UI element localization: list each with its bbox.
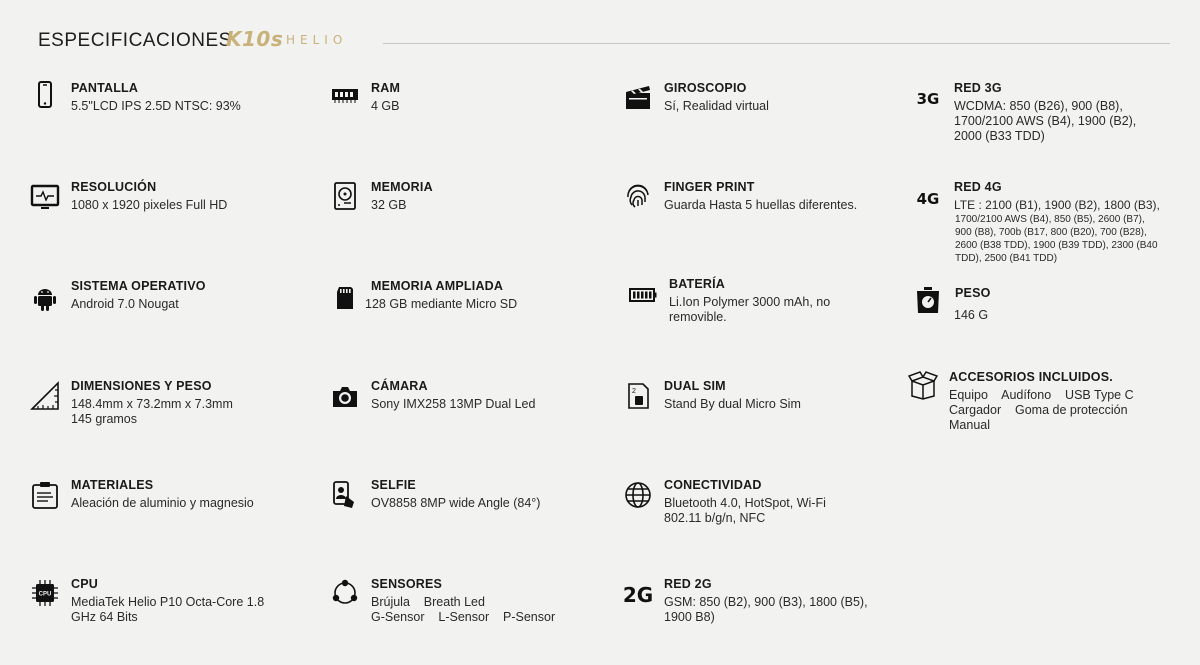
spec-label: RED 4G <box>954 180 1002 194</box>
spec-value: 1900 B8) <box>664 610 715 624</box>
spec-value: removible. <box>669 310 727 324</box>
spec-label: SELFIE <box>371 478 416 492</box>
spec-label: CÁMARA <box>371 379 428 393</box>
cpu-icon-text: CPU <box>39 592 52 598</box>
spec-value: Sí, Realidad virtual <box>664 99 769 113</box>
header-divider <box>383 43 1170 44</box>
spec-label: GIROSCOPIO <box>664 81 747 95</box>
spec-label: PANTALLA <box>71 81 139 95</box>
spec-value: 5.5"LCD IPS 2.5D NTSC: 93% <box>71 99 241 113</box>
sensors-icon <box>330 578 360 608</box>
spec-value: 148.4mm x 73.2mm x 7.3mm <box>71 397 233 411</box>
2g-icon: 2G <box>622 583 654 607</box>
box-icon <box>908 370 938 400</box>
spec-value: Sony IMX258 13MP Dual Led <box>371 397 536 411</box>
spec-label: RESOLUCIÓN <box>71 180 157 194</box>
hard-drive-icon <box>330 181 360 211</box>
page-header: ESPECIFICACIONES K10s HELIO <box>38 27 1170 54</box>
brand-logo: K10s <box>226 27 284 51</box>
spec-value: Stand By dual Micro Sim <box>664 397 801 411</box>
globe-icon <box>623 480 653 510</box>
spec-label: MEMORIA <box>371 180 433 194</box>
spec-value: Cargador Goma de protección <box>949 403 1128 417</box>
spec-value: GSM: 850 (B2), 900 (B3), 1800 (B5), <box>664 595 868 609</box>
monitor-icon <box>30 182 60 212</box>
spec-value: Equipo Audífono USB Type C <box>949 388 1134 402</box>
spec-label: DIMENSIONES Y PESO <box>71 379 212 393</box>
spec-label: SENSORES <box>371 577 443 591</box>
selfie-icon <box>330 480 360 510</box>
3g-icon: 3G <box>913 84 943 114</box>
spec-value: Guarda Hasta 5 huellas diferentes. <box>664 198 858 212</box>
spec-value: WCDMA: 850 (B26), 900 (B8), <box>954 99 1123 113</box>
spec-value: Manual <box>949 418 990 432</box>
clapperboard-icon <box>623 82 653 112</box>
spec-value: 4 GB <box>371 99 400 113</box>
spec-label: PESO <box>955 286 991 300</box>
4g-icon-text: 4G <box>916 190 940 208</box>
clipboard-icon <box>30 480 60 510</box>
spec-value: OV8858 8MP wide Angle (84°) <box>371 496 541 510</box>
spec-label: MATERIALES <box>71 478 154 492</box>
scale-icon <box>913 285 943 315</box>
spec-value: 1700/2100 AWS (B4), 1900 (B2), <box>954 114 1137 128</box>
brand-sub-logo: HELIO <box>286 33 348 47</box>
spec-value: 1700/2100 AWS (B4), 850 (B5), 2600 (B7), <box>955 214 1145 225</box>
spec-label: SISTEMA OPERATIVO <box>71 279 206 293</box>
spec-value: Aleación de aluminio y magnesio <box>71 496 254 510</box>
android-icon <box>30 284 60 314</box>
spec-label: RED 2G <box>664 577 712 591</box>
spec-label: BATERÍA <box>669 277 726 291</box>
svg-text:2: 2 <box>632 388 636 395</box>
spec-value: G-Sensor L-Sensor P-Sensor <box>371 610 556 624</box>
spec-value: 802.11 b/g/n, NFC <box>664 511 766 525</box>
spec-value: 32 GB <box>371 198 407 212</box>
spec-label: MEMORIA AMPLIADA <box>371 279 504 293</box>
spec-value: Bluetooth 4.0, HotSpot, Wi-Fi <box>664 496 826 510</box>
sim-card-icon: 2 <box>623 381 653 411</box>
spec-value: 2000 (B33 TDD) <box>954 129 1045 143</box>
3g-icon-text: 3G <box>916 90 940 108</box>
camera-icon <box>330 382 360 412</box>
4g-icon: 4G <box>913 184 943 214</box>
spec-value: 1080 x 1920 pixeles Full HD <box>71 198 228 212</box>
spec-value: GHz 64 Bits <box>71 610 138 624</box>
spec-label: CPU <box>71 577 98 591</box>
spec-value: 900 (B8), 700b (B17, 800 (B20), 700 (B28… <box>955 227 1147 238</box>
spec-label: FINGER PRINT <box>664 180 755 194</box>
ruler-icon <box>30 381 60 411</box>
spec-value: Li.Ion Polymer 3000 mAh, no <box>669 295 831 309</box>
battery-icon <box>628 280 658 310</box>
spec-value: Android 7.0 Nougat <box>71 297 179 311</box>
spec-label: RED 3G <box>954 81 1002 95</box>
spec-value: 2600 (B38 TDD), 1900 (B39 TDD), 2300 (B4… <box>955 240 1158 251</box>
cpu-icon: CPU <box>30 578 60 608</box>
spec-label: ACCESORIOS INCLUIDOS. <box>949 370 1113 384</box>
spec-value: MediaTek Helio P10 Octa-Core 1.8 <box>71 595 265 609</box>
ram-icon <box>330 80 360 110</box>
smartphone-icon <box>30 80 60 110</box>
spec-label: RAM <box>371 81 401 95</box>
spec-value: 128 GB mediante Micro SD <box>365 297 518 311</box>
fingerprint-icon <box>623 181 653 211</box>
spec-label: DUAL SIM <box>664 379 726 393</box>
spec-value: 146 G <box>954 308 989 322</box>
spec-value: Brújula Breath Led <box>371 595 485 609</box>
page-title: ESPECIFICACIONES <box>38 30 232 51</box>
spec-value: 145 gramos <box>71 412 138 426</box>
spec-value: LTE : 2100 (B1), 1900 (B2), 1800 (B3), <box>954 198 1160 212</box>
spec-value: TDD), 2500 (B41 TDD) <box>955 253 1058 264</box>
sd-card-icon <box>330 283 360 313</box>
spec-label: CONECTIVIDAD <box>664 478 762 492</box>
